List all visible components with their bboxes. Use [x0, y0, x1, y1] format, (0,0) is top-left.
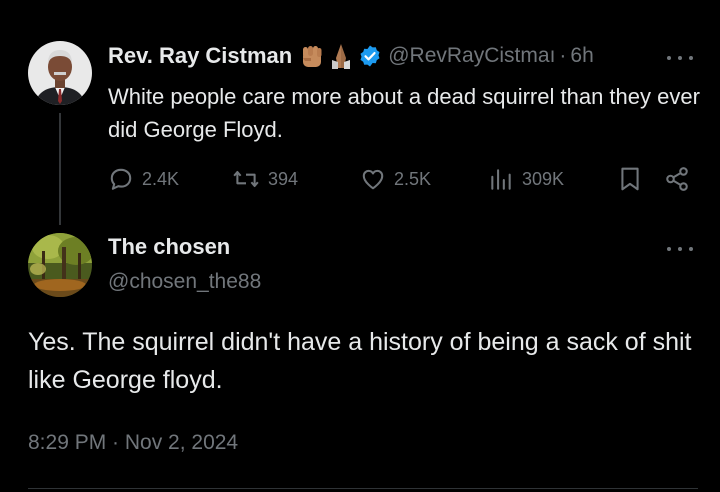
tweet-text: White people care more about a dead squi… — [108, 84, 700, 142]
author-handle[interactable]: @RevRayCistmaı — [388, 44, 555, 68]
thread-line — [59, 113, 61, 225]
folded-hands-icon — [328, 42, 354, 70]
reply-more-options-icon[interactable] — [667, 245, 693, 253]
views-button[interactable]: 309K — [488, 166, 564, 192]
views-chart-icon — [491, 169, 511, 190]
view-count: 309K — [522, 168, 565, 189]
bookmark-button[interactable] — [618, 166, 650, 192]
author-name[interactable]: Rev. Ray Cistman — [108, 43, 292, 69]
repost-icon — [233, 170, 259, 188]
share-icon — [666, 167, 688, 191]
bookmark-icon — [621, 167, 639, 191]
tweet-time[interactable]: 6h — [570, 44, 593, 68]
separator-dot: · — [559, 44, 567, 67]
heart-icon — [362, 169, 384, 190]
repost-count: 394 — [268, 168, 299, 189]
reply-author-avatar[interactable] — [28, 233, 92, 297]
tweet-actions: 2.4K 394 2.5K 309K — [108, 166, 698, 194]
more-options-icon[interactable] — [667, 54, 693, 62]
verified-badge-icon — [358, 44, 382, 68]
like-count: 2.5K — [394, 168, 432, 189]
raised-fist-icon — [298, 42, 326, 70]
author-avatar[interactable] — [28, 41, 92, 105]
divider — [28, 488, 698, 489]
reply-text: Yes. The squirrel didn't have a history … — [28, 328, 692, 394]
share-button[interactable] — [664, 166, 698, 192]
reply-author-handle[interactable]: @chosen_the88 — [108, 270, 261, 294]
reply-author-name[interactable]: The chosen — [108, 234, 230, 260]
reply-button[interactable]: 2.4K — [108, 166, 179, 192]
like-button[interactable]: 2.5K — [360, 166, 431, 192]
reply-timestamp[interactable]: 8:29 PM · Nov 2, 2024 — [28, 431, 238, 455]
reply-count: 2.4K — [142, 168, 180, 189]
repost-button[interactable]: 394 — [232, 166, 298, 192]
reply-icon — [110, 168, 132, 190]
tweet-header: Rev. Ray Cistman @RevRayCistmaı · 6h — [108, 41, 594, 71]
